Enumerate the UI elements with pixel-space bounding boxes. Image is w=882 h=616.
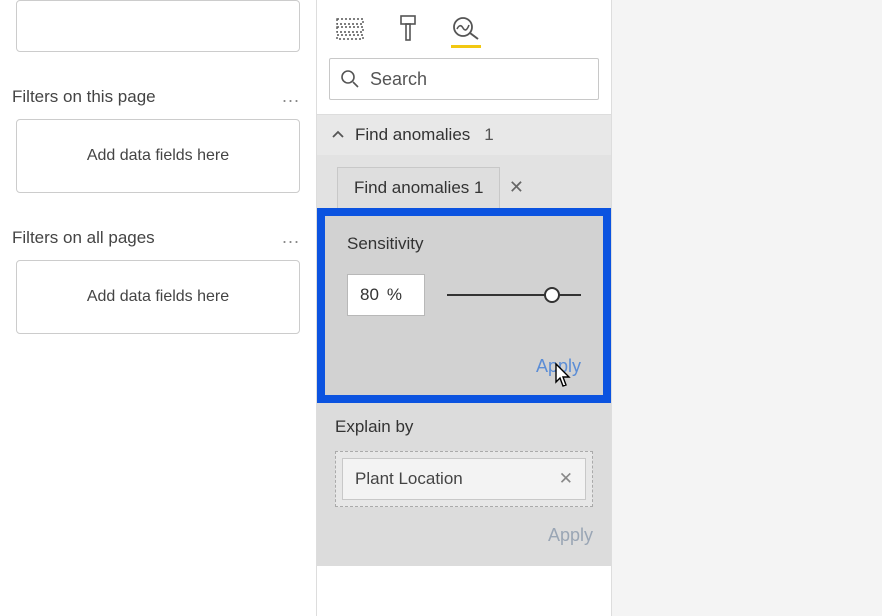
filters-all-header: Filters on all pages ... [10, 223, 306, 260]
anomaly-tab[interactable]: Find anomalies 1 [337, 167, 500, 208]
sensitivity-input[interactable]: 80 % [347, 274, 425, 316]
filters-page-header: Filters on this page ... [10, 82, 306, 119]
close-icon: ✕ [509, 177, 524, 198]
sensitivity-value: 80 [360, 285, 379, 305]
find-anomalies-section-header[interactable]: Find anomalies 1 [317, 114, 611, 155]
dropzone-placeholder: Add data fields here [87, 147, 229, 165]
close-tab-button[interactable]: ✕ [500, 167, 532, 208]
explain-field-name: Plant Location [355, 469, 463, 489]
slider-track [447, 294, 581, 296]
pane-tabs [317, 0, 611, 48]
anomaly-tab-label: Find anomalies 1 [354, 178, 483, 197]
slider-thumb[interactable] [544, 287, 560, 303]
anomaly-tab-row: Find anomalies 1 ✕ [317, 155, 611, 208]
section-title: Find anomalies [355, 125, 470, 145]
filters-page-dropzone[interactable]: Add data fields here [16, 119, 300, 193]
filters-page-label: Filters on this page [12, 87, 156, 107]
search-input[interactable]: Search [329, 58, 599, 100]
format-tab-icon[interactable] [393, 10, 423, 48]
more-icon[interactable]: ... [282, 227, 300, 248]
explain-by-label: Explain by [335, 417, 593, 437]
search-icon [340, 69, 360, 89]
dropzone-placeholder: Add data fields here [87, 288, 229, 306]
sensitivity-controls: 80 % [347, 274, 581, 316]
sensitivity-unit: % [387, 285, 402, 305]
sensitivity-panel: Sensitivity 80 % Apply [317, 208, 611, 403]
explain-field-chip[interactable]: Plant Location ✕ [342, 458, 586, 500]
explain-by-panel: Explain by Plant Location ✕ Apply [317, 403, 611, 566]
filters-pane: Filters on this page ... Add data fields… [0, 0, 317, 616]
fields-tab-icon[interactable] [335, 10, 365, 48]
filters-all-dropzone[interactable]: Add data fields here [16, 260, 300, 334]
sensitivity-slider[interactable] [447, 285, 581, 305]
canvas-spacer [612, 0, 882, 616]
analytics-tab-icon[interactable] [451, 10, 481, 48]
filter-card-placeholder[interactable] [16, 0, 300, 52]
section-count: 1 [484, 125, 493, 145]
chevron-up-icon [331, 128, 345, 142]
more-icon[interactable]: ... [282, 86, 300, 107]
search-placeholder: Search [370, 69, 427, 90]
visualizations-pane: Search Find anomalies 1 Find anomalies 1… [317, 0, 612, 616]
explain-apply-button[interactable]: Apply [335, 525, 593, 546]
sensitivity-label: Sensitivity [347, 234, 581, 254]
explain-field-well[interactable]: Plant Location ✕ [335, 451, 593, 507]
remove-field-icon[interactable]: ✕ [559, 469, 573, 489]
filters-all-label: Filters on all pages [12, 228, 155, 248]
apply-button[interactable]: Apply [536, 356, 581, 377]
